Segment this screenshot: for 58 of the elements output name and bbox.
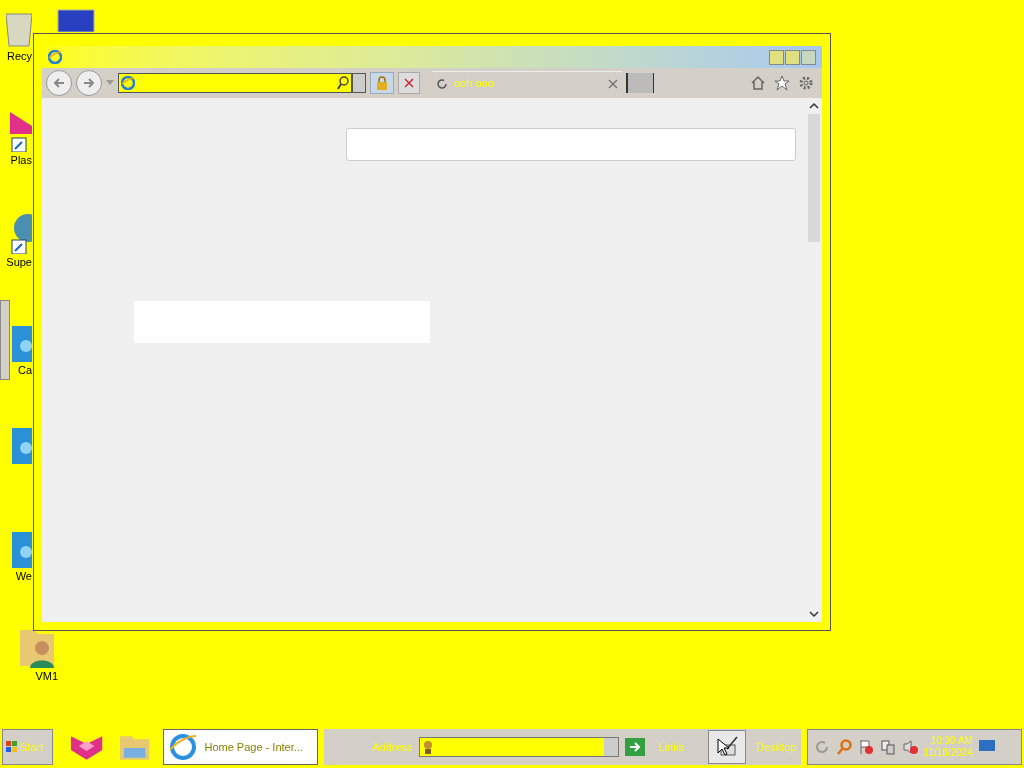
icon-label: VM1 [35, 669, 58, 684]
magnifier-icon[interactable] [835, 739, 852, 755]
scroll-up-icon[interactable] [809, 102, 819, 110]
browser-logo-icon [48, 50, 62, 64]
loading-icon [436, 77, 448, 90]
scroll-down-icon[interactable] [809, 610, 819, 618]
app-icon[interactable] [10, 112, 32, 152]
go-button[interactable] [624, 738, 645, 756]
monitor-icon[interactable] [978, 740, 995, 754]
icon-label: Plas [10, 153, 32, 168]
stop-button[interactable] [398, 72, 420, 94]
lock-button[interactable] [370, 72, 394, 94]
links-label[interactable]: Links [658, 738, 685, 756]
icon-label: We [15, 569, 32, 584]
back-arrow-icon [52, 76, 66, 90]
clock-time: 10:30 AM [930, 735, 973, 747]
icon-label: Ca [17, 363, 32, 378]
settings-icon[interactable] [798, 75, 814, 91]
clock-date: 11/18/2024 [923, 747, 973, 759]
scroll-thumb[interactable] [808, 114, 820, 242]
forward-arrow-icon [82, 76, 96, 90]
desktop-label[interactable]: Desktop [756, 738, 797, 756]
lock-icon [376, 76, 388, 90]
image-file-icon[interactable] [12, 532, 32, 568]
desktop-pointer-icon [715, 735, 740, 759]
refresh-icon[interactable] [813, 739, 830, 755]
volume-muted-icon[interactable] [901, 739, 918, 755]
windows-logo-icon [6, 741, 18, 753]
browser-logo-icon [121, 76, 135, 90]
back-button[interactable] [46, 70, 72, 96]
browser-logo-icon [168, 732, 199, 762]
dropdown-caret-icon[interactable] [106, 80, 114, 86]
minimize-button[interactable] [769, 49, 784, 65]
address-label: Address [372, 739, 413, 755]
show-desktop-button[interactable] [708, 730, 747, 764]
icon-label: Supe [6, 255, 32, 270]
stop-icon [404, 78, 414, 88]
forward-button[interactable] [76, 70, 102, 96]
home-icon[interactable] [750, 75, 766, 91]
image-file-icon[interactable] [12, 326, 32, 362]
app-icon[interactable] [10, 214, 32, 254]
star-icon[interactable] [774, 75, 790, 91]
arrow-right-icon [628, 742, 641, 752]
close-tab-icon[interactable] [608, 78, 618, 89]
network-icon[interactable] [879, 739, 896, 755]
image-file-icon[interactable] [12, 428, 32, 464]
icon-label: Recy [6, 49, 32, 64]
flag-error-icon[interactable] [857, 739, 874, 755]
taskbar-button[interactable]: Home Page - Inter... [163, 729, 319, 765]
address-field[interactable] [118, 73, 352, 93]
close-button[interactable] [801, 49, 816, 65]
search-icon[interactable] [337, 76, 349, 90]
tab-title: ooh ooo [454, 76, 494, 92]
dropdown-button[interactable] [352, 73, 366, 93]
new-tab-button[interactable] [626, 73, 654, 93]
taskbar-address-field[interactable] [418, 737, 619, 757]
maximize-button[interactable] [785, 49, 800, 65]
start-button[interactable]: Start [2, 729, 53, 765]
